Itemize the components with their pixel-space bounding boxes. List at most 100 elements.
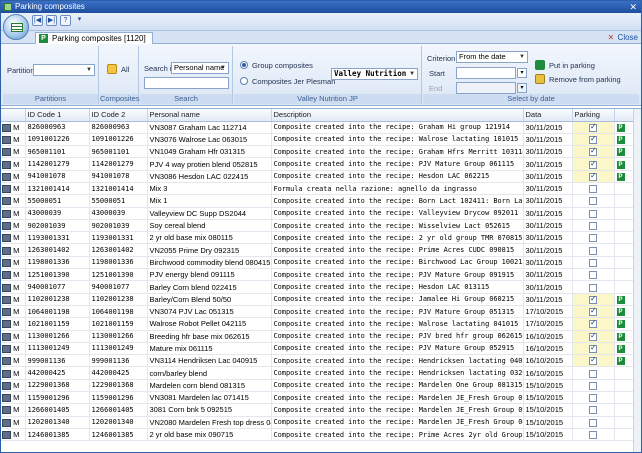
table-row[interactable]: M 1229001368 1229001368 Mardelen corn blend… (1, 379, 634, 393)
cell-personal-name: VN3074 PJV Lac 051315 (147, 305, 272, 319)
customize-icon[interactable]: ▾ (74, 15, 85, 26)
column-header-icon[interactable] (1, 109, 26, 122)
column-header-personal-name[interactable]: Personal name (147, 109, 272, 122)
column-header-data[interactable]: Data (523, 109, 573, 122)
tab-parking-composites[interactable]: P Parking composites [1120] (35, 32, 153, 44)
composites-table: ID Code 1 ID Code 2 Personal name Descri… (1, 109, 634, 442)
cell-parking (572, 121, 615, 134)
parking-checkbox[interactable] (589, 283, 597, 292)
column-header-parking[interactable]: Parking (572, 109, 615, 122)
table-row[interactable]: M 826000963 826000963 VN3087 Graham Lac 112… (1, 121, 634, 134)
table-row[interactable]: M 941001078 941001078 VN3086 Hesdon LAC 022… (1, 170, 634, 183)
window-close-icon[interactable]: ✕ (629, 1, 637, 13)
table-row[interactable]: M 1091001226 1091001226 VN3076 Walrose Lac … (1, 133, 634, 147)
table-row[interactable]: M 1198001336 1198001336 Birchwood commodity… (1, 256, 634, 270)
put-in-parking-button[interactable]: Put in parking (535, 60, 595, 71)
parking-checkbox[interactable] (589, 343, 597, 353)
parking-checkbox[interactable] (589, 318, 597, 329)
table-row[interactable]: M 1021001159 1021001159 Walrose Robot Pelle… (1, 317, 634, 331)
first-record-icon[interactable]: |◀ (32, 15, 43, 26)
table-row[interactable]: M 902001039 902001039 Soy cereal blend Compo… (1, 219, 634, 233)
table-row[interactable]: M 1142001279 1142001279 PJV 4 way protien b… (1, 157, 634, 171)
partition-combo[interactable]: ▼ (33, 64, 95, 76)
cell-personal-name: Mix 3 (147, 182, 272, 196)
search-in-combo[interactable]: Personal name ▼ (171, 62, 229, 74)
parking-checkbox[interactable] (589, 381, 597, 390)
group-combo[interactable]: Valley Nutrition ▼ (331, 68, 418, 80)
table-row[interactable]: M 1130001266 1130001266 Breeding hfr base m… (1, 330, 634, 343)
criterion-combo[interactable]: From the date ▼ (456, 51, 528, 63)
table-row[interactable]: M 43000039 43000039 Valleyview DC Supp DS20… (1, 207, 634, 220)
parking-checkbox[interactable] (589, 418, 597, 427)
cell-id-code-2: 1321001414 (89, 182, 148, 196)
parking-checkbox[interactable] (589, 271, 597, 280)
composites-jer-plesman-radio[interactable] (240, 77, 248, 85)
search-in-value: Personal name (174, 63, 225, 72)
table-row[interactable]: M 965001101 965001101 VN1049 Graham Hfr 031… (1, 145, 634, 159)
parking-checkbox[interactable] (589, 222, 597, 231)
table-row[interactable]: M 1246001385 1246001385 2 yr old base mix 0… (1, 428, 634, 442)
application-menu-button[interactable] (3, 14, 29, 40)
parking-checkbox[interactable] (589, 185, 597, 194)
table-row[interactable]: M 999001136 999001136 VN3114 Hendriksen Lac… (1, 354, 634, 368)
parking-checkbox[interactable] (589, 146, 597, 157)
table-row[interactable]: M 55000051 55000051 Mix 1 Composite created … (1, 194, 634, 208)
parking-checkbox[interactable] (589, 122, 597, 132)
help-icon[interactable]: ? (60, 15, 71, 26)
parking-checkbox[interactable] (589, 258, 597, 267)
row-icon-cell: M (1, 133, 26, 147)
table-row[interactable]: M 1251001390 1251001390 PJV energy blend 09… (1, 268, 634, 282)
close-tab-button[interactable]: Close (608, 32, 638, 43)
all-button[interactable]: All (107, 64, 129, 75)
column-header-id-code-2[interactable]: ID Code 2 (89, 109, 148, 122)
cell-personal-name: corn/barley blend (147, 366, 272, 380)
parking-checkbox[interactable] (589, 369, 597, 378)
cell-personal-name: PJV energy blend 091115 (147, 268, 272, 282)
calendar-icon[interactable]: ▾ (517, 83, 527, 93)
table-row[interactable]: M 1159001296 1159001296 VN3081 Mardelen lac… (1, 391, 634, 405)
parking-checkbox[interactable] (589, 209, 597, 218)
search-input[interactable] (144, 77, 229, 89)
column-header-id-code-1[interactable]: ID Code 1 (25, 109, 90, 122)
cell-badge: P (614, 170, 634, 183)
parking-checkbox[interactable] (589, 431, 597, 440)
parking-checkbox[interactable] (589, 134, 597, 144)
parking-checkbox[interactable] (589, 197, 597, 206)
last-record-icon[interactable]: ▶| (46, 15, 57, 26)
parking-checkbox[interactable] (589, 159, 597, 169)
table-row[interactable]: M 1266001405 1266001405 3081 Corn bnk 5 092… (1, 403, 634, 417)
table-row[interactable]: M 1113001249 1113001249 Mature mix 061115 Co… (1, 342, 634, 356)
cell-date: 15/10/2015 (523, 391, 573, 405)
remove-from-parking-button[interactable]: Remove from parking (535, 74, 621, 85)
cell-date: 30/11/2015 (523, 268, 573, 282)
start-date-field[interactable] (456, 67, 516, 79)
parking-checkbox[interactable] (589, 246, 597, 255)
table-row[interactable]: M 442000425 442000425 corn/barley blend Comp… (1, 366, 634, 380)
row-m-flag: M (13, 147, 20, 157)
row-icon-cell: M (1, 268, 26, 282)
group-composites-radio[interactable] (240, 61, 248, 69)
table-row[interactable]: M 1064001198 1064001198 VN3074 PJV Lac 0513… (1, 305, 634, 319)
table-row[interactable]: M 1263001402 1263001402 VN2055 Prime Dry 09… (1, 243, 634, 257)
end-date-field[interactable] (456, 82, 516, 94)
parking-checkbox[interactable] (589, 394, 597, 403)
table-row[interactable]: M 1193001331 1193001331 2 yr old base mix 0… (1, 231, 634, 245)
table-row[interactable]: M 1102001238 1102001238 Barley/Corn Blend 5… (1, 293, 634, 306)
parking-checkbox[interactable] (589, 306, 597, 317)
vertical-scrollbar[interactable] (633, 109, 641, 452)
parking-checkbox[interactable] (589, 331, 597, 341)
table-row[interactable]: M 940001077 940001077 Barley Corn blend 022… (1, 280, 634, 294)
parking-checkbox[interactable] (589, 294, 597, 304)
row-m-flag: M (13, 294, 20, 304)
cell-description: Composite created into the recipe: Graha… (271, 121, 524, 134)
column-header-description[interactable]: Description (271, 109, 524, 122)
parking-checkbox[interactable] (589, 406, 597, 415)
parking-checkbox[interactable] (589, 234, 597, 243)
table-row[interactable]: M 1202001340 1202001340 VN2080 Mardelen Fre… (1, 416, 634, 429)
put-in-parking-label: Put in parking (549, 61, 595, 70)
parking-checkbox[interactable] (589, 355, 597, 366)
parking-checkbox[interactable] (589, 171, 597, 181)
calendar-icon[interactable]: ▾ (517, 68, 527, 78)
cell-parking (572, 428, 615, 442)
table-row[interactable]: M 1321001414 1321001414 Mix 3 Formula creata… (1, 182, 634, 196)
